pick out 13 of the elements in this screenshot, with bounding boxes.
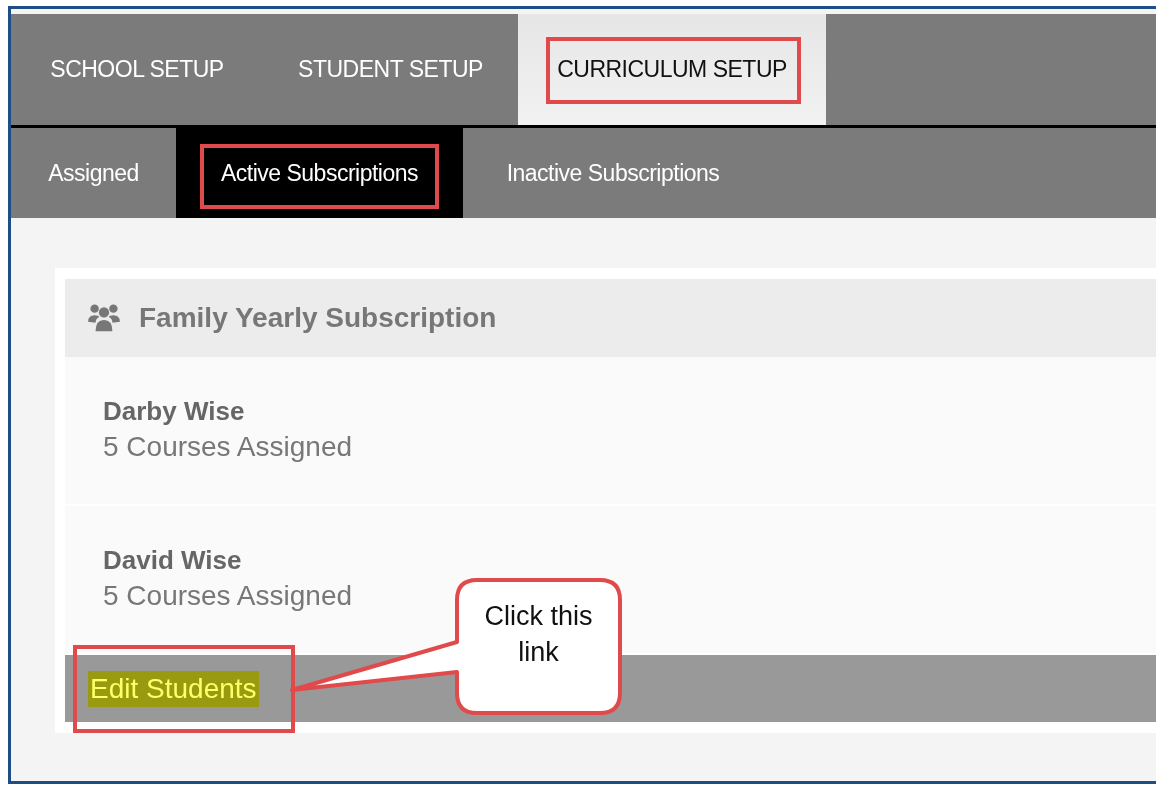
student-name: David Wise — [103, 544, 243, 578]
group-icon — [87, 303, 121, 333]
nav-tab[interactable]: SCHOOL SETUP — [11, 14, 263, 125]
subscription-title: Family Yearly Subscription — [139, 302, 497, 334]
edit-students-link[interactable]: Edit Students — [88, 670, 259, 707]
student-name: Darby Wise — [103, 395, 246, 429]
sub-tab[interactable]: Inactive Subscriptions — [463, 128, 763, 218]
callout-text: Click this link — [483, 600, 594, 670]
sub-tab[interactable]: Assigned — [11, 128, 176, 218]
nav-tab[interactable]: CURRICULUM SETUP — [518, 14, 826, 125]
sub-tab[interactable]: Active Subscriptions — [176, 128, 463, 218]
courses-count: 5 Courses Assigned — [103, 430, 354, 465]
nav-tab[interactable]: STUDENT SETUP — [263, 14, 518, 125]
